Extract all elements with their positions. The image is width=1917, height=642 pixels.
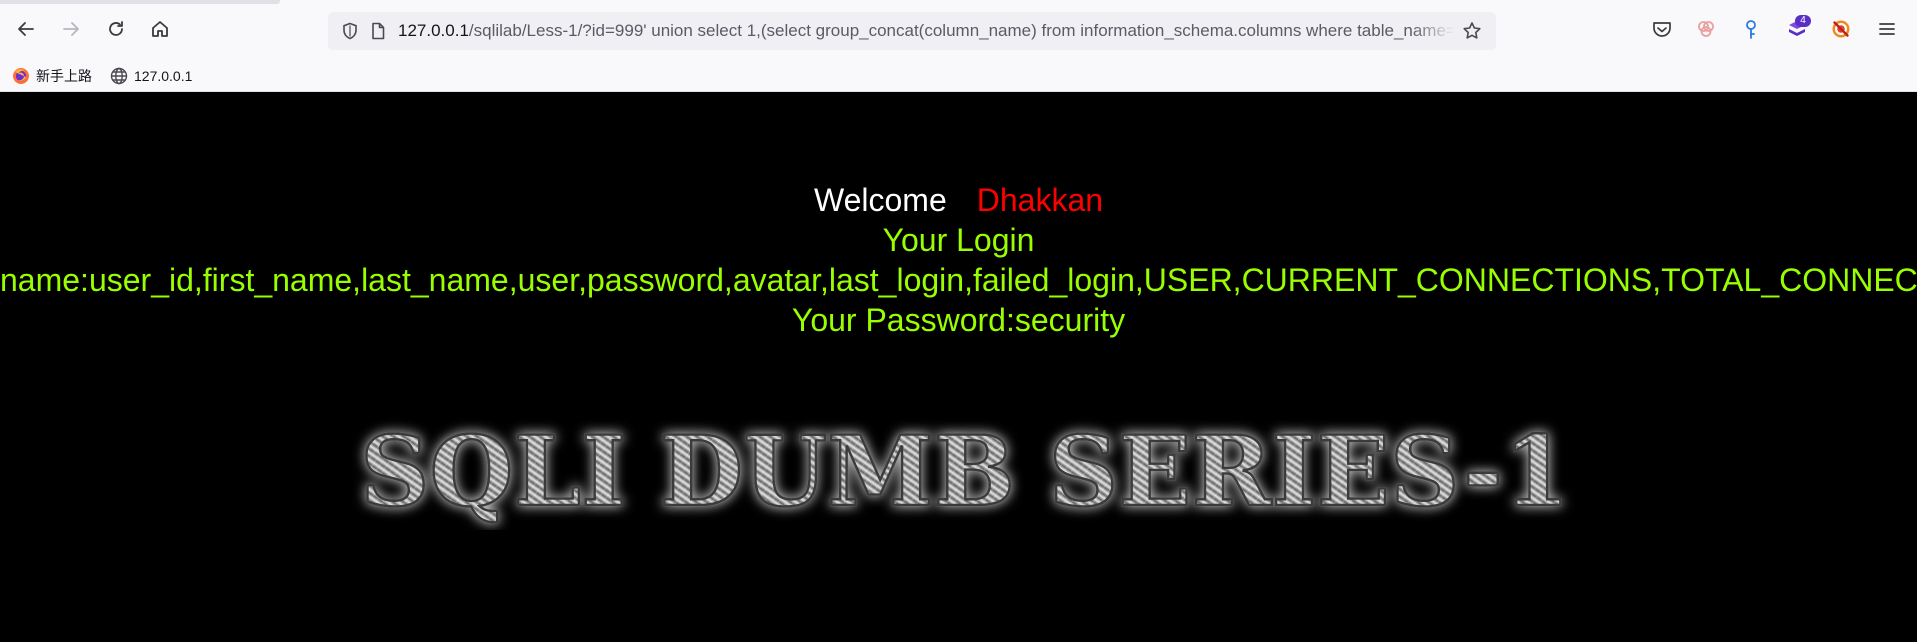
page-info-icon[interactable]: [368, 21, 388, 41]
pocket-icon: [1653, 22, 1671, 37]
back-button[interactable]: [10, 13, 42, 45]
app-menu-button[interactable]: [1871, 13, 1903, 45]
globe-icon: [110, 67, 128, 85]
bookmark-localhost[interactable]: 127.0.0.1: [104, 64, 198, 88]
bookmark-label: 127.0.0.1: [134, 67, 193, 84]
blocker-extension-button[interactable]: [1825, 13, 1857, 45]
hackbar-extension-button[interactable]: 4: [1781, 13, 1813, 45]
welcome-label: Welcome: [813, 182, 947, 218]
container-extension-button[interactable]: [1690, 13, 1722, 45]
url-path: /sqlilab/Less-1/?id=999' union select 1,…: [468, 21, 1454, 40]
name-result-line: name:user_id,first_name,last_name,user,p…: [0, 262, 1917, 298]
sqli-dumb-series-banner: SQLI DUMB SERIES-1: [359, 414, 1572, 530]
welcome-line: Welcome Dhakkan: [0, 180, 1917, 220]
home-button[interactable]: [144, 13, 176, 45]
bookmarks-toolbar: 新手上路 127.0.0.1: [0, 60, 1917, 92]
banner-text: SQLI DUMB SERIES-1: [360, 415, 1570, 528]
bookmark-getting-started[interactable]: 新手上路: [6, 64, 98, 88]
container-extension-icon: [1698, 21, 1714, 37]
url-text[interactable]: 127.0.0.1/sqlilab/Less-1/?id=999' union …: [398, 21, 1454, 41]
hamburger-menu-icon: [1879, 23, 1895, 35]
forward-arrow-icon: [63, 22, 79, 36]
tracking-shield-icon[interactable]: [340, 21, 360, 41]
page-content: Welcome Dhakkan Your Login name:user_id,f…: [0, 92, 1917, 642]
login-line: Your Login: [882, 222, 1035, 258]
location-extension-button[interactable]: [1735, 13, 1767, 45]
browser-toolbar: 127.0.0.1/sqlilab/Less-1/?id=999' union …: [0, 0, 1917, 60]
address-bar[interactable]: 127.0.0.1/sqlilab/Less-1/?id=999' union …: [328, 12, 1496, 50]
blocked-icon: [1832, 20, 1850, 38]
reload-icon: [109, 21, 123, 36]
forward-button[interactable]: [55, 13, 87, 45]
pocket-button[interactable]: [1646, 13, 1678, 45]
tab-strip-edge: [0, 0, 280, 4]
reload-button[interactable]: [100, 13, 132, 45]
password-result-line: Your Password:security: [791, 302, 1126, 338]
pin-key-icon: [1746, 20, 1756, 39]
bookmark-label: 新手上路: [36, 67, 92, 84]
home-icon: [152, 21, 168, 37]
firefox-icon: [12, 67, 30, 85]
welcome-name: Dhakkan: [976, 182, 1104, 218]
back-arrow-icon: [18, 22, 34, 36]
url-host: 127.0.0.1: [398, 21, 469, 40]
bookmark-star-icon[interactable]: [1460, 19, 1484, 43]
extension-badge: 4: [1795, 15, 1811, 27]
